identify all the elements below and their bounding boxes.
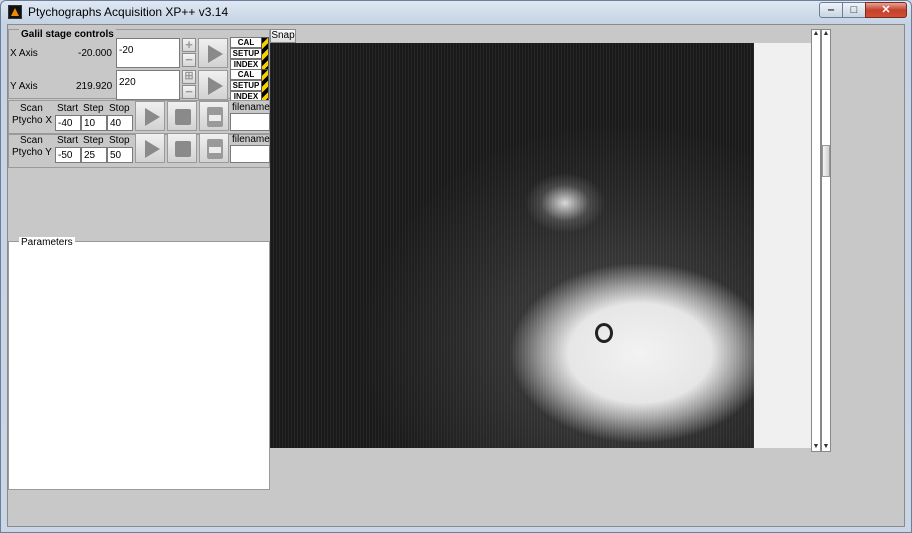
galil-group-title: Galil stage controls	[19, 29, 116, 40]
x-plus-button[interactable]: +	[182, 37, 196, 52]
scan-x-step-input[interactable]: 10	[81, 115, 107, 131]
hazard-stripe-icon	[261, 69, 269, 102]
x-axis-readout: -20.000	[78, 48, 112, 59]
scan-y-start-label: Start	[57, 135, 79, 146]
camera-image	[270, 43, 754, 448]
scan-y-filename-label: filename	[232, 134, 270, 145]
snap-button[interactable]: Snap	[270, 29, 296, 43]
scan-x-label-line1: Scan	[20, 103, 43, 114]
scan-y-label-line2: Ptycho Y	[12, 147, 52, 158]
play-icon	[208, 45, 223, 63]
parameters-title: Parameters	[19, 237, 75, 248]
image-area: ▲ ▼ ▲ ▼	[270, 29, 831, 452]
scan-y-stop-input[interactable]: 50	[107, 147, 133, 163]
plus-icon: +	[185, 37, 193, 52]
scan-x-label-line2: Ptycho X	[12, 115, 53, 126]
hazard-stripe-icon	[261, 37, 269, 70]
image-scrollbar-inner[interactable]: ▲ ▼	[821, 29, 831, 452]
minus-icon: −	[185, 84, 193, 99]
minimize-button[interactable]: ‒	[819, 2, 843, 18]
scan-y-start-input[interactable]: -50	[55, 147, 81, 163]
y-move-button[interactable]	[198, 70, 228, 100]
scan-y-step-input[interactable]: 25	[81, 147, 107, 163]
scroll-up-icon[interactable]: ▲	[822, 30, 830, 38]
window-title: Ptychographs Acquisition XP++ v3.14	[28, 5, 229, 19]
scan-y-filename-input[interactable]	[230, 145, 270, 163]
y-grid-button[interactable]: ⊞	[182, 70, 196, 84]
x-move-button[interactable]	[198, 38, 228, 68]
scroll-down-icon[interactable]: ▼	[812, 443, 820, 451]
play-icon	[145, 140, 160, 158]
minimize-icon: ‒	[827, 4, 835, 16]
scan-x-start-input[interactable]: -40	[55, 115, 81, 131]
scan-x-stop-button[interactable]	[167, 101, 197, 131]
y-axis-input[interactable]: 220	[116, 70, 180, 100]
title-bar[interactable]: Ptychographs Acquisition XP++ v3.14 ‒ □ …	[1, 1, 911, 23]
x-cal-button[interactable]: CAL	[230, 37, 262, 48]
minus-icon: −	[185, 52, 193, 67]
scan-x-filename-label: filename	[232, 102, 270, 113]
scan-y-start-button[interactable]	[135, 133, 165, 163]
save-icon	[207, 107, 223, 127]
maximize-icon: □	[850, 4, 858, 16]
play-icon	[208, 77, 223, 95]
scan-x-step-label: Step	[83, 103, 104, 114]
scrollbar-thumb[interactable]	[822, 145, 830, 177]
scroll-down-icon[interactable]: ▼	[822, 443, 830, 451]
y-setup-button[interactable]: SETUP	[230, 80, 262, 91]
stop-icon	[175, 141, 191, 157]
x-minus-button[interactable]: −	[182, 52, 196, 67]
scan-x-stop-label: Stop	[109, 103, 130, 114]
x-axis-input[interactable]: -20	[116, 38, 180, 68]
scan-y-step-label: Step	[83, 135, 104, 146]
scan-x-filename-input[interactable]	[230, 113, 270, 131]
x-axis-label: X Axis	[10, 48, 38, 59]
scan-y-stop-button[interactable]	[167, 133, 197, 163]
scan-x-stop-input[interactable]: 40	[107, 115, 133, 131]
y-axis-readout: 219.920	[76, 81, 113, 92]
scan-x-save-button[interactable]	[199, 101, 229, 131]
client-area: Galil stage controls X Axis -20.000 -20 …	[7, 24, 905, 527]
grid-icon: ⊞	[184, 70, 194, 82]
y-axis-label: Y Axis	[10, 81, 38, 92]
close-button[interactable]: ✕	[865, 2, 907, 18]
window-controls: ‒ □ ✕	[819, 2, 907, 20]
scan-y-label-line1: Scan	[20, 135, 43, 146]
app-icon[interactable]	[8, 5, 22, 19]
app-window: Ptychographs Acquisition XP++ v3.14 ‒ □ …	[0, 0, 912, 533]
scroll-up-icon[interactable]: ▲	[812, 30, 820, 38]
scan-x-start-button[interactable]	[135, 101, 165, 131]
stop-icon	[175, 109, 191, 125]
x-setup-button[interactable]: SETUP	[230, 48, 262, 59]
parameters-panel: Parameters	[8, 237, 270, 490]
play-icon	[145, 108, 160, 126]
scan-x-start-label: Start	[57, 103, 79, 114]
y-minus-button[interactable]: −	[182, 84, 196, 99]
image-scrollbar-outer[interactable]: ▲ ▼	[811, 29, 821, 452]
maximize-button[interactable]: □	[842, 2, 866, 18]
left-panel: Galil stage controls X Axis -20.000 -20 …	[8, 25, 270, 490]
scan-y-stop-label: Stop	[109, 135, 130, 146]
save-icon	[207, 139, 223, 159]
y-cal-button[interactable]: CAL	[230, 69, 262, 80]
close-icon: ✕	[881, 4, 891, 16]
scan-y-save-button[interactable]	[199, 133, 229, 163]
